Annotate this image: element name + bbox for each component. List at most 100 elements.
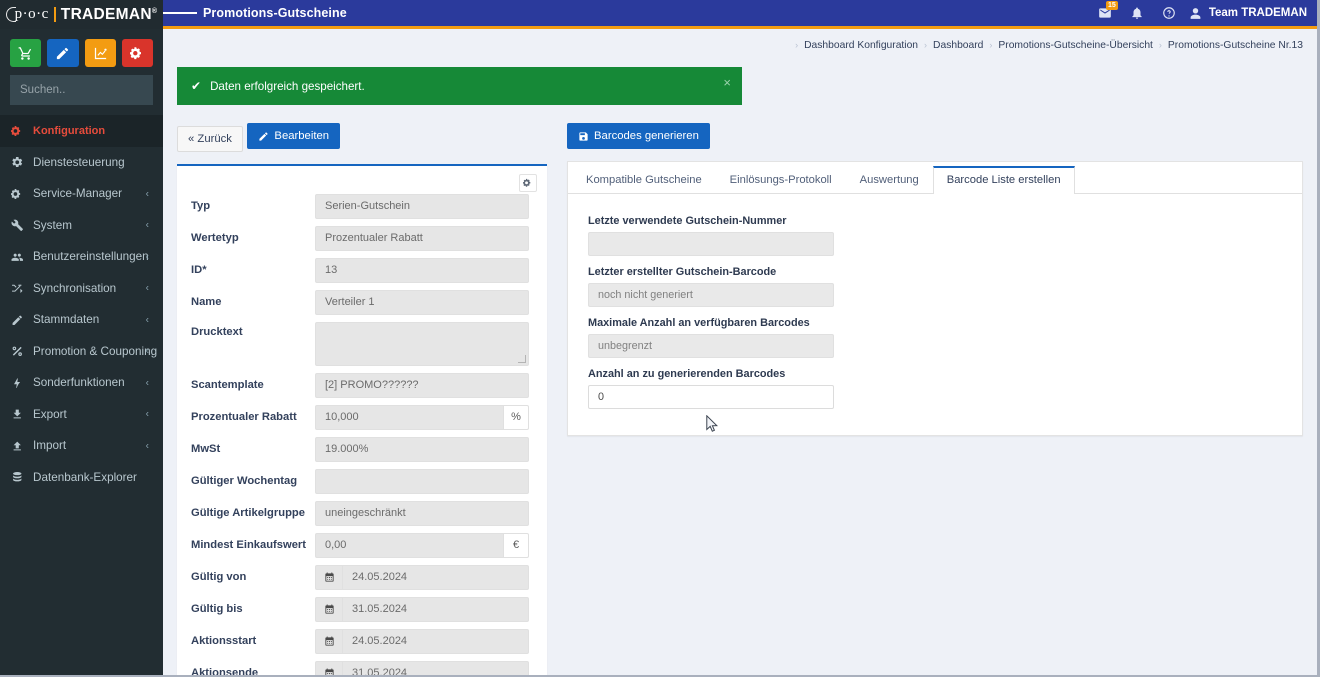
chevron-left-icon: ‹: [145, 251, 149, 263]
gueltige-artikelgruppe-field[interactable]: uneingeschränkt: [315, 500, 529, 526]
field-label: MwSt: [191, 443, 221, 455]
search-box[interactable]: [10, 75, 174, 105]
form-row-gueltig-bis: Gültig bis 31.05.2024: [189, 596, 529, 622]
field-label: Letzter erstellter Gutschein-Barcode: [588, 266, 777, 278]
sidebar-item-benutzereinstellungen[interactable]: Benutzereinstellungen ‹: [0, 241, 163, 273]
calendar-icon[interactable]: [315, 628, 342, 654]
gueltig-von-group: 24.05.2024: [315, 564, 529, 590]
sidebar-item-promotion-couponing[interactable]: Promotion & Couponing ‹: [0, 336, 163, 368]
max-barcodes-field[interactable]: unbegrenzt: [588, 334, 834, 358]
settings-button[interactable]: [121, 39, 153, 67]
breadcrumb-separator-icon: ›: [989, 40, 993, 50]
sidebar-item-synchronisation[interactable]: Synchronisation ‹: [0, 273, 163, 305]
sidebar-item-system[interactable]: System ‹: [0, 210, 163, 242]
top-header: Promotions-Gutscheine 15 Team TRADEMAN: [163, 0, 1317, 29]
sidebar-item-sonderfunktionen[interactable]: Sonderfunktionen ‹: [0, 367, 163, 399]
header-actions: 15 Team TRADEMAN: [1089, 0, 1317, 28]
sidebar-item-label: Import: [33, 439, 67, 453]
form-row-gueltiger-wochentag: Gültiger Wochentag: [189, 468, 529, 494]
generate-barcodes-button[interactable]: Barcodes generieren: [567, 123, 710, 149]
tab-kompatible-gutscheine[interactable]: Kompatible Gutscheine: [572, 165, 716, 194]
sidebar-item-konfiguration[interactable]: Konfiguration: [0, 115, 163, 147]
sidebar-item-datenbank-explorer[interactable]: Datenbank-Explorer: [0, 462, 163, 494]
breadcrumb-item[interactable]: Dashboard Konfiguration: [804, 40, 918, 51]
field-label: Gültig bis: [191, 603, 243, 615]
gears-icon: [11, 188, 30, 201]
gueltig-von-field[interactable]: 24.05.2024: [342, 564, 529, 590]
wertetyp-field[interactable]: Prozentualer Rabatt: [315, 225, 529, 251]
tab-barcode-liste-erstellen[interactable]: Barcode Liste erstellen: [932, 166, 1075, 194]
field-label: Scantemplate: [191, 379, 264, 391]
calendar-icon[interactable]: [315, 660, 342, 675]
detail-form: Typ Serien-Gutschein Wertetyp Prozentual…: [177, 166, 547, 675]
mwst-field[interactable]: 19.000%: [315, 436, 529, 462]
name-field[interactable]: Verteiler 1: [315, 289, 529, 315]
mindest-einkaufswert-field[interactable]: 0,00: [315, 532, 503, 558]
chart-line-icon: [94, 47, 107, 59]
field-label: Mindest Einkaufswert: [191, 539, 307, 551]
pencil-icon: [259, 131, 269, 141]
hamburger-bar: [185, 12, 197, 14]
gueltiger-wochentag-field[interactable]: [315, 468, 529, 494]
card-settings-button[interactable]: [519, 173, 537, 192]
sidebar-item-label: Datenbank-Explorer: [33, 470, 137, 484]
sidebar-item-label: Sonderfunktionen: [33, 376, 125, 390]
users-icon: [11, 251, 30, 264]
panel-tabs: Kompatible Gutscheine Einlösungs-Protoko…: [568, 162, 1302, 194]
typ-field[interactable]: Serien-Gutschein: [315, 193, 529, 219]
letzte-gutschein-nummer-field[interactable]: [588, 232, 834, 256]
sidebar-item-export[interactable]: Export ‹: [0, 399, 163, 431]
brand-logo[interactable]: p·o·c TRADEMAN®: [0, 0, 163, 29]
messages-button[interactable]: 15: [1089, 0, 1121, 28]
tab-auswertung[interactable]: Auswertung: [846, 165, 933, 194]
chevron-left-icon: ‹: [145, 219, 149, 231]
calendar-icon[interactable]: [315, 564, 342, 590]
gueltig-bis-field[interactable]: 31.05.2024: [342, 596, 529, 622]
breadcrumb-item-current: Promotions-Gutscheine Nr.13: [1167, 39, 1303, 51]
form-row-gueltige-artikelgruppe: Gültige Artikelgruppe uneingeschränkt: [189, 500, 529, 526]
right-toolbar: Barcodes generieren: [567, 123, 1303, 149]
edit-button[interactable]: Bearbeiten: [247, 123, 341, 149]
search-input[interactable]: [20, 84, 174, 96]
scantemplate-field[interactable]: [2] PROMO??????: [315, 372, 529, 398]
bell-icon: [1132, 7, 1142, 19]
sidebar-item-service-manager[interactable]: Service-Manager ‹: [0, 178, 163, 210]
sidebar-item-import[interactable]: Import ‹: [0, 430, 163, 462]
anzahl-barcodes-field[interactable]: 0: [588, 385, 834, 409]
calendar-icon[interactable]: [315, 596, 342, 622]
sidebar-item-stammdaten[interactable]: Stammdaten ‹: [0, 304, 163, 336]
save-disk-icon: [579, 131, 588, 141]
breadcrumb-item[interactable]: Dashboard: [933, 40, 983, 51]
pencil-icon: [11, 314, 30, 327]
back-button[interactable]: « Zurück: [177, 125, 243, 152]
breadcrumb-separator-icon: ›: [1158, 40, 1162, 50]
menu-toggle-button[interactable]: [163, 0, 197, 28]
notifications-button[interactable]: [1121, 0, 1153, 28]
sidebar-item-dienstesteuerung[interactable]: Dienstesteuerung: [0, 147, 163, 179]
drucktext-field[interactable]: [315, 321, 529, 366]
id-field[interactable]: 13: [315, 257, 529, 283]
help-button[interactable]: [1153, 0, 1185, 28]
panel-body: Letzte verwendete Gutschein-Nummer Letzt…: [568, 194, 1302, 435]
breadcrumb-item[interactable]: Promotions-Gutscheine-Übersicht: [998, 40, 1153, 51]
cart-button[interactable]: [10, 39, 42, 67]
field-label: Name: [191, 296, 222, 308]
percent-icon: [11, 345, 30, 358]
check-icon: ✔: [191, 79, 202, 93]
aktionsstart-field[interactable]: 24.05.2024: [342, 628, 529, 654]
report-button[interactable]: [84, 39, 116, 67]
user-menu[interactable]: Team TRADEMAN: [1185, 7, 1307, 20]
chevron-left-icon: ‹: [145, 188, 149, 200]
detail-card: Typ Serien-Gutschein Wertetyp Prozentual…: [177, 163, 547, 675]
prozentualer-rabatt-field[interactable]: 10,000: [315, 404, 503, 430]
page-title: Promotions-Gutscheine: [203, 6, 347, 20]
edit-button[interactable]: [47, 39, 79, 67]
letzter-gutschein-barcode-field[interactable]: noch nicht generiert: [588, 283, 834, 307]
chevron-left-icon: ‹: [145, 440, 149, 452]
tab-einloesungs-protokoll[interactable]: Einlösungs-Protokoll: [716, 165, 846, 194]
sidebar-item-label: Synchronisation: [33, 281, 117, 295]
chevron-left-icon: ‹: [145, 377, 149, 389]
sidebar: p·o·c TRADEMAN® Konfigur: [0, 0, 174, 675]
aktionsende-field[interactable]: 31.05.2024: [342, 660, 529, 675]
close-icon[interactable]: ×: [723, 76, 731, 89]
